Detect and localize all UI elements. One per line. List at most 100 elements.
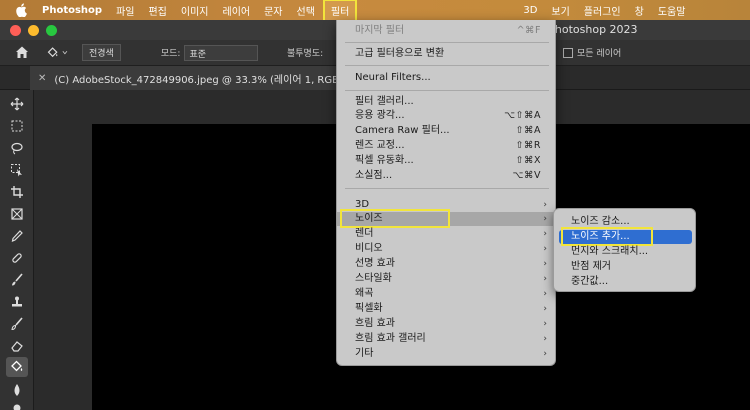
blur-tool-icon[interactable] [9,382,25,398]
lasso-tool-icon[interactable] [9,140,25,156]
menu-item-label: 비디오 [355,243,383,254]
menu-item-video[interactable]: 비디오 › [337,242,557,256]
menu-item-distort[interactable]: 왜곡 › [337,287,557,301]
move-tool-icon[interactable] [9,96,25,112]
menu-help[interactable]: 도움말 [658,3,686,18]
menu-file[interactable]: 파일 [116,3,134,18]
clone-stamp-tool-icon[interactable] [9,294,25,310]
menu-layer[interactable]: 레이어 [223,3,251,18]
opacity-label: 불투명도: [287,49,324,59]
menu-item-vanishing-point[interactable]: 소실점... ⌥⌘V [337,169,557,183]
shortcut-label: ⌥⌘V [512,170,541,181]
menu-separator [345,90,549,91]
shortcut-label: ^⌘F [516,25,541,36]
menu-item-sharpen[interactable]: 선명 효과 › [337,257,557,271]
menu-item-camera-raw-filter[interactable]: Camera Raw 필터... ⇧⌘A [337,124,557,138]
menu-item-noise[interactable]: 노이즈 › [337,209,557,228]
zoom-window-button[interactable] [46,24,57,36]
fill-source-dropdown[interactable]: 전경색 [82,44,121,61]
menu-select[interactable]: 선택 [297,3,315,18]
traffic-lights [10,24,57,36]
highlight-box [340,209,450,228]
all-layers-checkbox[interactable] [563,47,573,58]
document-tab-title: (C) AdobeStock_472849906.jpeg @ 33.3% (레… [54,74,340,86]
frame-tool-icon[interactable] [9,206,25,222]
menu-item-filter-gallery[interactable]: 필터 갤러리... [337,95,557,109]
submenu-arrow-icon: › [543,244,547,254]
menu-item-label: 픽셀 유동화... [355,155,414,166]
menu-item-label: 렌즈 교정... [355,140,405,151]
menu-item-other[interactable]: 기타 › [337,347,557,361]
mode-label: 모드: [160,49,181,59]
menu-item-neural-filters[interactable]: Neural Filters... [337,71,557,85]
submenu-item-dust-scratches[interactable]: 먼지와 스크래치... [559,245,692,259]
close-window-button[interactable] [10,24,21,36]
submenu-arrow-icon: › [543,349,547,359]
submenu-arrow-icon: › [543,334,547,344]
submenu-item-despeckle[interactable]: 반점 제거 [559,260,692,274]
apple-icon[interactable] [14,3,28,17]
menu-item-convert-smart-filters[interactable]: 고급 필터용으로 변환 [337,47,557,61]
history-brush-tool-icon[interactable] [9,316,25,332]
submenu-item-label: 노이즈 감소... [571,216,630,227]
minimize-window-button[interactable] [28,24,39,36]
menu-photoshop[interactable]: Photoshop [42,5,102,16]
submenu-item-add-noise[interactable]: 노이즈 추가... [559,227,692,246]
menu-item-label: 픽셀화 [355,303,383,314]
menu-image[interactable]: 이미지 [181,3,209,18]
menu-item-lens-correction[interactable]: 렌즈 교정... ⇧⌘R [337,139,557,153]
document-tab[interactable]: ✕ (C) AdobeStock_472849906.jpeg @ 33.3% … [30,66,340,90]
menu-3d[interactable]: 3D [523,5,537,16]
menu-separator [345,42,549,43]
menu-filter[interactable]: 필터 [322,0,358,22]
submenu-arrow-icon: › [543,259,547,269]
menu-type[interactable]: 문자 [264,3,282,18]
eyedropper-tool-icon[interactable] [9,228,25,244]
menu-item-render[interactable]: 렌더 › [337,227,557,241]
menu-bar: Photoshop 파일 편집 이미지 레이어 문자 선택 필터 3D 보기 플… [0,0,750,22]
paint-bucket-preset-icon[interactable] [46,44,68,62]
paint-bucket-tool-icon[interactable] [6,357,28,377]
highlight-box [561,227,653,246]
healing-brush-tool-icon[interactable] [9,250,25,266]
menu-item-pixelate[interactable]: 픽셀화 › [337,302,557,316]
eraser-tool-icon[interactable] [9,338,25,354]
menu-edit[interactable]: 편집 [148,3,166,18]
menu-item-liquify[interactable]: 픽셀 유동화... ⇧⌘X [337,154,557,168]
menu-item-stylize[interactable]: 스타일화 › [337,272,557,286]
menu-item-label: 선명 효과 [355,258,395,269]
brush-tool-icon[interactable] [9,272,25,288]
tools-panel [0,90,34,410]
menu-window[interactable]: 창 [635,3,644,18]
menu-item-blur-gallery[interactable]: 흐림 효과 갤러리 › [337,332,557,346]
menu-view[interactable]: 보기 [551,3,569,18]
submenu-arrow-icon: › [543,229,547,239]
home-icon[interactable] [14,44,32,62]
menu-item-label: 흐림 효과 [355,318,395,329]
menu-item-label: 필터 갤러리... [355,96,414,107]
menu-separator [345,65,549,66]
shortcut-label: ⇧⌘X [515,155,541,166]
submenu-item-median[interactable]: 중간값... [559,275,692,289]
close-tab-icon[interactable]: ✕ [38,73,46,84]
submenu-arrow-icon: › [543,319,547,329]
menu-plugins[interactable]: 플러그인 [584,3,621,18]
shortcut-label: ⇧⌘R [515,140,541,151]
submenu-item-label: 반점 제거 [571,261,611,272]
menu-item-label: 마지막 필터 [355,25,405,36]
mode-select[interactable]: 표준 [184,44,259,61]
object-selection-tool-icon[interactable] [9,162,25,178]
menu-item-last-filter: 마지막 필터 ^⌘F [337,24,557,38]
dodge-tool-icon[interactable] [9,402,25,410]
shortcut-label: ⇧⌘A [515,125,541,136]
all-layers-option[interactable]: 모든 레이어 [563,46,621,59]
menu-item-blur[interactable]: 흐림 효과 › [337,317,557,331]
submenu-item-label: 중간값... [571,276,609,287]
submenu-arrow-icon: › [543,274,547,284]
menu-item-label: 렌더 [355,228,374,239]
menu-separator [345,188,549,189]
marquee-tool-icon[interactable] [9,118,25,134]
crop-tool-icon[interactable] [9,184,25,200]
menu-item-adaptive-wide-angle[interactable]: 응용 광각... ⌥⇧⌘A [337,109,557,123]
menu-item-label: 왜곡 [355,288,374,299]
